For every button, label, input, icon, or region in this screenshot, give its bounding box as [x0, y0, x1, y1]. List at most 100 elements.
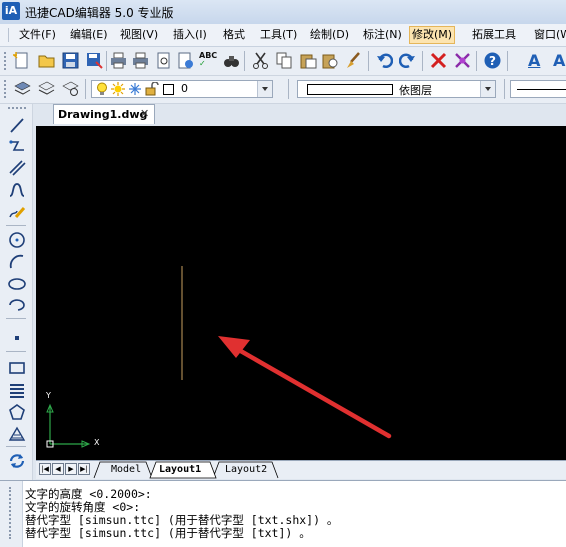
arc-tool-icon[interactable] — [8, 253, 26, 271]
menu-modify[interactable]: 修改(M) — [409, 26, 456, 44]
menu-draw[interactable]: 绘制(D) — [308, 27, 351, 43]
panel-grip-dots — [9, 487, 14, 539]
ucs-y-label: Y — [46, 391, 51, 400]
layer-color-swatch — [163, 84, 174, 95]
paste-icon[interactable] — [300, 52, 317, 69]
multiline-text-icon[interactable]: A — [553, 52, 566, 69]
last-tab-icon[interactable]: ▶| — [78, 463, 90, 475]
document-tab-bar: Drawing1.dwg ✕ — [33, 104, 566, 125]
menu-edit[interactable]: 编辑(E) — [68, 27, 110, 43]
document-tab-label: Drawing1.dwg — [58, 108, 148, 121]
refresh-tool-icon[interactable] — [8, 452, 26, 470]
print-icon[interactable] — [110, 52, 127, 69]
command-line: 替代字型 [simsun.ttc] (用于替代字型 [txt]) 。 — [25, 526, 311, 540]
linetype-dropdown[interactable]: 依图层 — [297, 80, 496, 98]
first-tab-icon[interactable]: |◀ — [39, 463, 51, 475]
toolbar-separator — [476, 51, 477, 71]
drawing-canvas[interactable]: Y X — [36, 126, 566, 460]
toolbar-separator — [422, 51, 423, 71]
ucs-icon — [46, 403, 91, 448]
toolbar-separator — [6, 318, 26, 319]
menu-dimension[interactable]: 标注(N) — [361, 27, 404, 43]
save-as-icon[interactable] — [86, 52, 103, 69]
menu-extension-tools[interactable]: 拓展工具 — [470, 27, 518, 43]
next-tab-icon[interactable]: ▶ — [65, 463, 77, 475]
layer-state-icon[interactable] — [62, 80, 79, 97]
toolbar-separator — [504, 79, 505, 99]
menu-view[interactable]: 视图(V) — [118, 27, 160, 43]
menu-insert[interactable]: 插入(I) — [171, 27, 209, 43]
layer-dropdown[interactable]: 0 — [91, 80, 273, 98]
explode-icon[interactable] — [454, 52, 471, 69]
redo-icon[interactable] — [399, 52, 416, 69]
layer-value: 0 — [181, 82, 188, 95]
toolbar-separator — [288, 79, 289, 99]
line-tool-icon[interactable] — [8, 116, 26, 134]
polygon-tool-icon[interactable] — [8, 403, 26, 421]
tab-layout1[interactable]: Layout1 — [159, 463, 201, 477]
multiline-tool-icon[interactable] — [8, 159, 26, 177]
spline-tool-icon[interactable] — [8, 181, 26, 199]
menu-window[interactable]: 窗口(W) — [532, 27, 566, 43]
paste-special-icon[interactable] — [322, 52, 339, 69]
ellipse-arc-tool-icon[interactable] — [8, 296, 26, 314]
circle-tool-icon[interactable] — [8, 231, 26, 249]
menu-file[interactable]: 文件(F) — [17, 27, 58, 43]
layer-previous-icon[interactable] — [38, 80, 55, 97]
menu-tools[interactable]: 工具(T) — [258, 27, 299, 43]
rectangle-tool-icon[interactable] — [8, 359, 26, 377]
standard-toolbar: ABC ✓ ? A A — [0, 47, 566, 76]
open-folder-icon[interactable] — [38, 52, 55, 69]
toolbar-separator — [6, 351, 26, 352]
sketch-pencil-icon[interactable] — [8, 203, 26, 221]
text-style-icon[interactable]: A — [528, 52, 545, 69]
command-panel-grip — [0, 481, 23, 547]
hatch-tool-icon[interactable] — [8, 381, 26, 399]
sun-icon[interactable] — [111, 82, 125, 96]
cut-icon[interactable] — [252, 52, 269, 69]
toolbar-separator — [507, 51, 508, 71]
lightbulb-icon[interactable] — [95, 82, 109, 96]
match-properties-brush-icon[interactable] — [345, 52, 362, 69]
spell-check-icon[interactable]: ABC ✓ — [199, 52, 217, 69]
menu-grip — [8, 28, 9, 42]
point-tool-icon[interactable] — [8, 329, 26, 347]
tab-model[interactable]: Model — [111, 463, 141, 477]
menu-format[interactable]: 格式 — [221, 27, 247, 43]
copy-icon[interactable] — [276, 52, 293, 69]
chevron-down-icon[interactable] — [480, 81, 495, 97]
command-history-panel[interactable]: 文字的高度 <0.2000>: 文字的旋转角度 <0>: 替代字型 [simsu… — [0, 480, 566, 547]
find-icon[interactable] — [223, 52, 240, 69]
tab-drawing1[interactable]: Drawing1.dwg ✕ — [53, 104, 155, 124]
toolbar-grip — [4, 52, 9, 70]
unlocked-padlock-icon[interactable] — [145, 82, 159, 96]
canvas-graphics — [46, 266, 392, 448]
close-icon[interactable]: ✕ — [140, 107, 149, 120]
new-file-icon[interactable] — [13, 52, 30, 69]
snowflake-icon[interactable] — [128, 82, 142, 96]
region-tool-icon[interactable] — [8, 424, 26, 442]
ellipse-tool-icon[interactable] — [8, 275, 26, 293]
publish-icon[interactable] — [177, 52, 194, 69]
layer-manager-icon[interactable] — [14, 80, 31, 97]
lineweight-sample — [517, 89, 566, 90]
chevron-down-icon[interactable] — [257, 81, 272, 97]
annotation-arrow — [229, 343, 392, 439]
page-preview-icon[interactable] — [155, 52, 172, 69]
svg-text:?: ? — [489, 54, 496, 68]
ucs-x-label: X — [94, 438, 100, 447]
undo-icon[interactable] — [376, 52, 393, 69]
app-logo-icon: iA — [2, 2, 20, 20]
previous-tab-icon[interactable]: ◀ — [52, 463, 64, 475]
menu-bar: 文件(F) 编辑(E) 视图(V) 插入(I) 格式 工具(T) 绘制(D) 标… — [0, 24, 566, 47]
toolbar-grip — [4, 80, 9, 98]
lineweight-dropdown[interactable] — [510, 80, 566, 98]
save-icon[interactable] — [62, 52, 79, 69]
help-icon[interactable]: ? — [484, 52, 501, 69]
delete-icon[interactable] — [430, 52, 447, 69]
polyline-tool-icon[interactable] — [8, 138, 26, 156]
toolbar-separator — [6, 225, 26, 226]
toolbar-separator — [106, 51, 107, 71]
print-preview-icon[interactable] — [132, 52, 149, 69]
tab-layout2[interactable]: Layout2 — [225, 463, 267, 477]
